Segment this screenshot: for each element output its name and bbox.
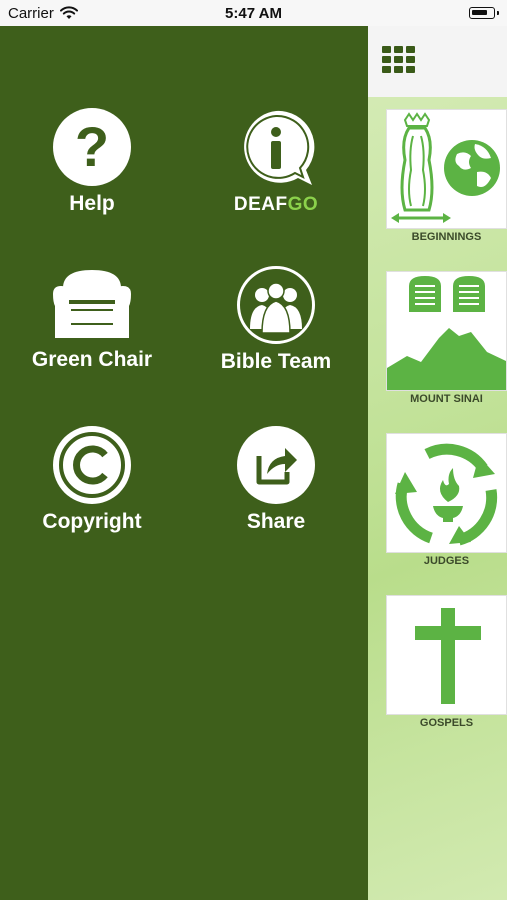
- beginnings-image: [386, 109, 507, 229]
- card-judges[interactable]: JUDGES: [386, 433, 507, 567]
- info-bubble-icon: [244, 110, 315, 185]
- card-title: GOSPELS: [419, 717, 474, 729]
- bible-team-label: Bible Team: [220, 350, 332, 373]
- card-mount-sinai[interactable]: MOUNT SINAI: [386, 271, 507, 405]
- deafgo-button[interactable]: DEAFGO: [186, 108, 366, 216]
- deafgo-label: DEAFGO: [233, 194, 319, 215]
- svg-text:?: ?: [75, 115, 109, 178]
- card-title: BEGINNINGS: [411, 231, 482, 243]
- status-bar: Carrier 5:47 AM: [0, 0, 507, 26]
- card-gospels[interactable]: GOSPELS: [386, 595, 507, 729]
- card-title: JUDGES: [423, 555, 470, 567]
- help-label: Help: [69, 192, 115, 215]
- help-button[interactable]: ? Help: [2, 108, 182, 216]
- green-chair-label: Green Chair: [31, 348, 153, 371]
- copyright-label: Copyright: [42, 510, 142, 533]
- share-label: Share: [246, 510, 306, 533]
- mount-sinai-image: [386, 271, 507, 391]
- card-title: MOUNT SINAI: [410, 393, 483, 405]
- copyright-icon: [53, 426, 131, 504]
- top-bar: [368, 26, 507, 97]
- green-chair-button[interactable]: Green Chair: [2, 266, 182, 372]
- bible-team-button[interactable]: Bible Team: [186, 266, 366, 374]
- share-button[interactable]: Share: [186, 426, 366, 534]
- help-icon: ?: [53, 108, 131, 186]
- copyright-button[interactable]: Copyright: [2, 426, 182, 534]
- card-beginnings[interactable]: BEGINNINGS: [386, 109, 507, 243]
- gospels-image: [386, 595, 507, 715]
- battery-icon: [469, 7, 499, 19]
- people-group-icon: [237, 266, 315, 344]
- grid-menu-icon[interactable]: [382, 46, 416, 74]
- share-icon: [237, 426, 315, 504]
- judges-image: [386, 433, 507, 553]
- armchair-icon: [53, 270, 131, 338]
- content-panel: BEGINNINGS MOUNT SINAI JUDGES GOSPELS: [368, 26, 507, 900]
- clock: 5:47 AM: [225, 5, 282, 22]
- side-menu: ? Help DEAFGO Green Chair Bible Team Cop…: [0, 26, 368, 900]
